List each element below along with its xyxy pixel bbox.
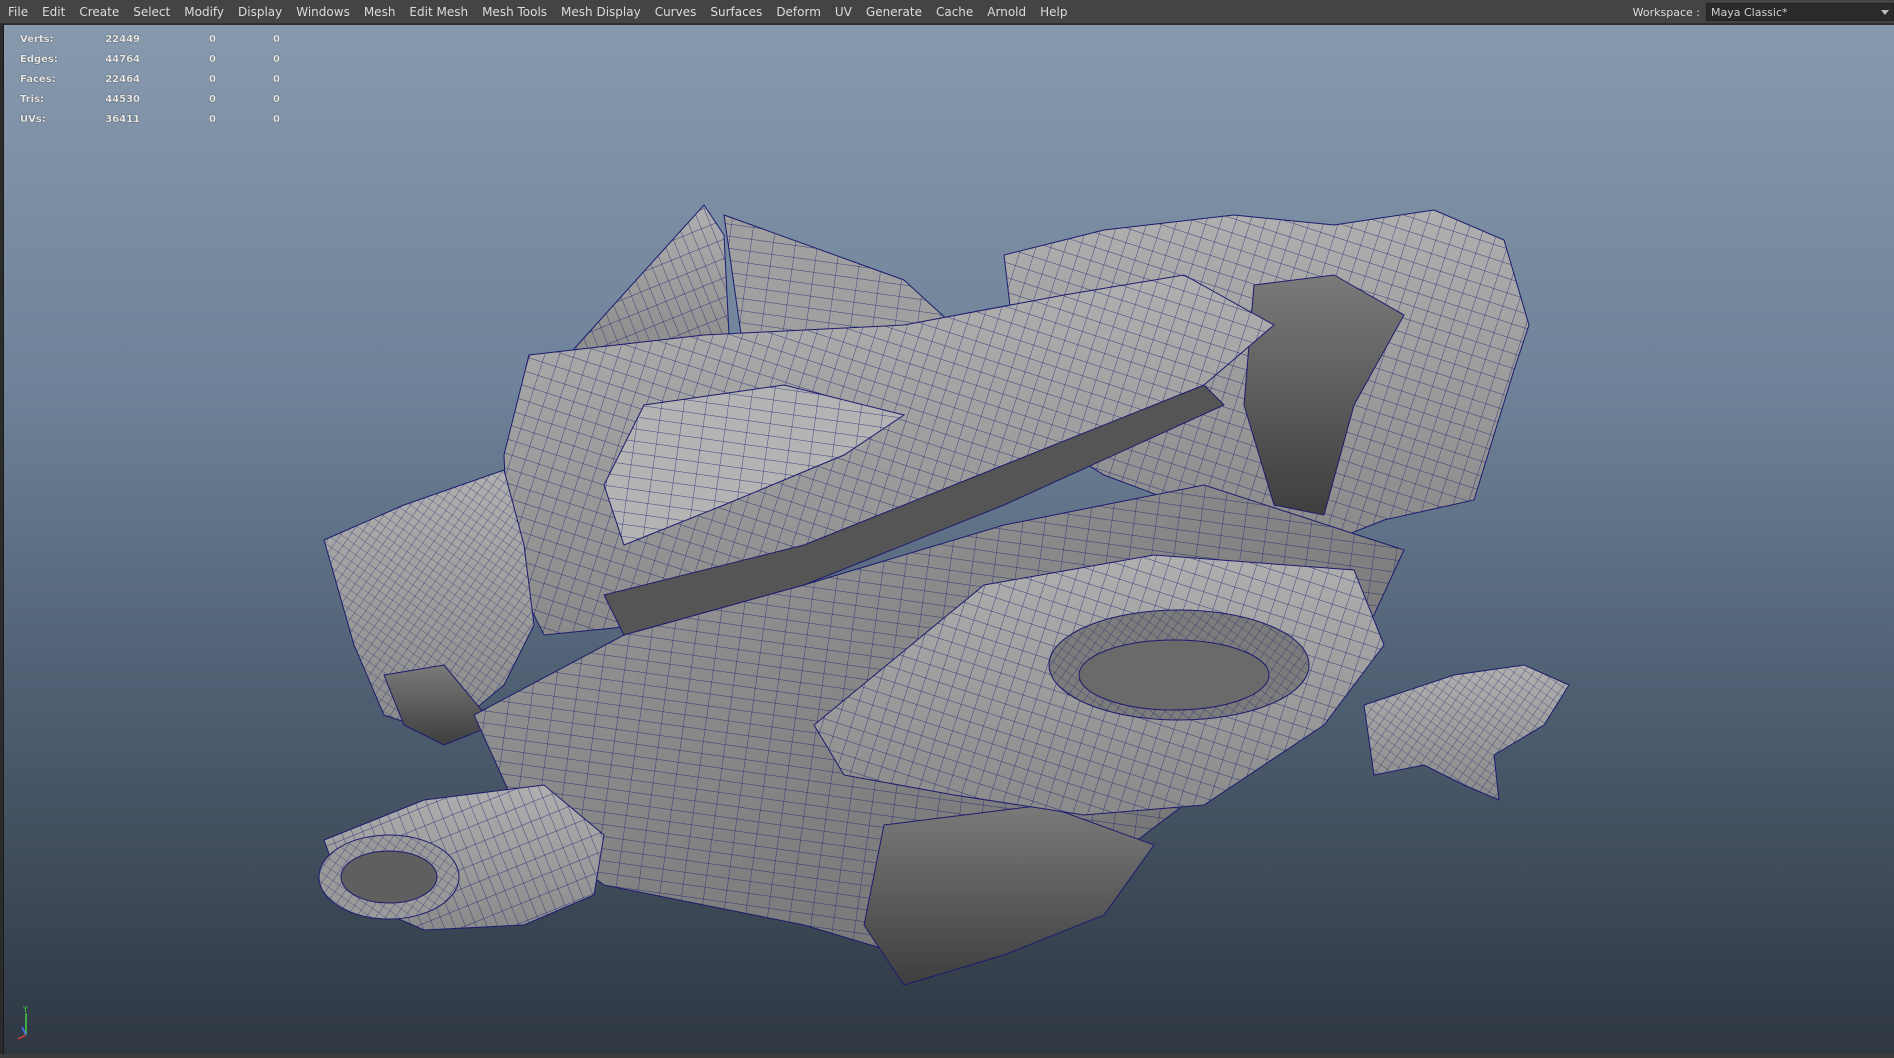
hud-selected: 0: [209, 73, 216, 85]
menu-arnold[interactable]: Arnold: [980, 0, 1033, 23]
menu-generate[interactable]: Generate: [859, 0, 929, 23]
menu-select[interactable]: Select: [126, 0, 177, 23]
main-menubar: File Edit Create Select Modify Display W…: [0, 0, 1894, 24]
hud-label: Edges:: [20, 53, 58, 65]
menu-curves[interactable]: Curves: [648, 0, 704, 23]
hud-row-edges: Edges: 44764 0 0: [20, 49, 280, 69]
hud-row-verts: Verts: 22449 0 0: [20, 29, 280, 49]
hud-value: 36411: [105, 113, 140, 125]
hud-label: Verts:: [20, 33, 54, 45]
menu-create[interactable]: Create: [72, 0, 126, 23]
mesh-model: [318, 204, 1570, 986]
hud-label: Tris:: [20, 93, 45, 105]
hud-selected: 0: [209, 113, 216, 125]
menu-help[interactable]: Help: [1033, 0, 1074, 23]
menu-edit[interactable]: Edit: [35, 0, 72, 23]
hud-selected-uv: 0: [273, 53, 280, 65]
workspace-dropdown[interactable]: Maya Classic*: [1706, 3, 1894, 21]
hud-label: Faces:: [20, 73, 56, 85]
workspace-value: Maya Classic*: [1711, 5, 1788, 19]
hud-value: 22449: [105, 33, 140, 45]
menu-mesh[interactable]: Mesh: [357, 0, 403, 23]
hud-selected: 0: [209, 33, 216, 45]
viewport-3d[interactable]: Verts: 22449 0 0 Edges: 44764 0 0 Faces:…: [3, 25, 1894, 1054]
hud-value: 44764: [105, 53, 140, 65]
hud-row-uvs: UVs: 36411 0 0: [20, 109, 280, 129]
poly-count-hud: Verts: 22449 0 0 Edges: 44764 0 0 Faces:…: [20, 29, 280, 129]
hud-selected: 0: [209, 53, 216, 65]
maya-window: File Edit Create Select Modify Display W…: [0, 0, 1894, 1058]
menu-cache[interactable]: Cache: [929, 0, 980, 23]
menu-uv[interactable]: UV: [828, 0, 859, 23]
menu-edit-mesh[interactable]: Edit Mesh: [402, 0, 475, 23]
view-axis-icon: Y: [17, 1005, 28, 1040]
workspace-label: Workspace :: [1632, 5, 1700, 19]
menu-mesh-tools[interactable]: Mesh Tools: [475, 0, 554, 23]
menu-modify[interactable]: Modify: [177, 0, 231, 23]
hud-selected-uv: 0: [273, 113, 280, 125]
viewport-bottom-border: [0, 1054, 1894, 1058]
hud-selected: 0: [209, 93, 216, 105]
axis-y-label: Y: [22, 1005, 28, 1014]
chevron-down-icon: [1881, 9, 1889, 15]
menu-deform[interactable]: Deform: [769, 0, 828, 23]
menu-display[interactable]: Display: [231, 0, 289, 23]
hud-label: UVs:: [20, 113, 46, 125]
menu-mesh-display[interactable]: Mesh Display: [554, 0, 648, 23]
mesh-front-barrel: [318, 784, 605, 931]
hud-selected-uv: 0: [273, 33, 280, 45]
menu-items: File Edit Create Select Modify Display W…: [0, 0, 1075, 23]
hud-row-faces: Faces: 22464 0 0: [20, 69, 280, 89]
menu-file[interactable]: File: [0, 0, 35, 23]
hud-selected-uv: 0: [273, 73, 280, 85]
hud-selected-uv: 0: [273, 93, 280, 105]
hud-row-tris: Tris: 44530 0 0: [20, 89, 280, 109]
workspace-selector: Workspace : Maya Classic*: [1633, 0, 1894, 24]
hud-value: 44530: [105, 93, 140, 105]
menu-surfaces[interactable]: Surfaces: [703, 0, 769, 23]
menu-windows[interactable]: Windows: [289, 0, 357, 23]
mesh-tail-spikes: [1363, 664, 1570, 801]
hud-value: 22464: [105, 73, 140, 85]
